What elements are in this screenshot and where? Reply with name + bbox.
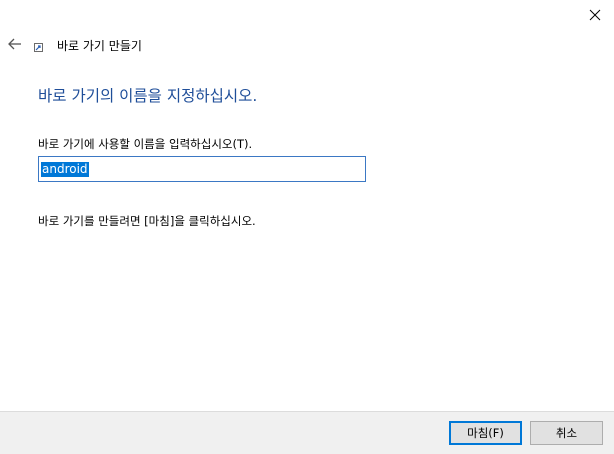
finish-hint-text: 바로 가기를 만들려면 [마침]을 클릭하십시오. bbox=[38, 214, 256, 228]
dialog-title-bar: 바로 가기 만들기 bbox=[34, 36, 142, 54]
dialog-footer: 마침(F) 취소 bbox=[0, 411, 614, 454]
shortcut-icon bbox=[34, 42, 43, 52]
shortcut-name-label: 바로 가기에 사용할 이름을 입력하십시오(T). bbox=[38, 137, 253, 151]
cancel-button[interactable]: 취소 bbox=[530, 421, 603, 445]
close-button[interactable] bbox=[580, 2, 610, 28]
shortcut-name-input[interactable]: android bbox=[38, 156, 366, 182]
page-heading: 바로 가기의 이름을 지정하십시오. bbox=[38, 87, 258, 105]
close-icon bbox=[589, 9, 601, 21]
shortcut-name-value: android bbox=[41, 161, 89, 177]
back-arrow-icon bbox=[8, 38, 21, 50]
dialog-title: 바로 가기 만들기 bbox=[57, 38, 142, 53]
back-button[interactable] bbox=[4, 33, 26, 55]
finish-button[interactable]: 마침(F) bbox=[449, 421, 522, 445]
create-shortcut-dialog: 바로 가기 만들기 바로 가기의 이름을 지정하십시오. 바로 가기에 사용할 … bbox=[0, 0, 614, 454]
